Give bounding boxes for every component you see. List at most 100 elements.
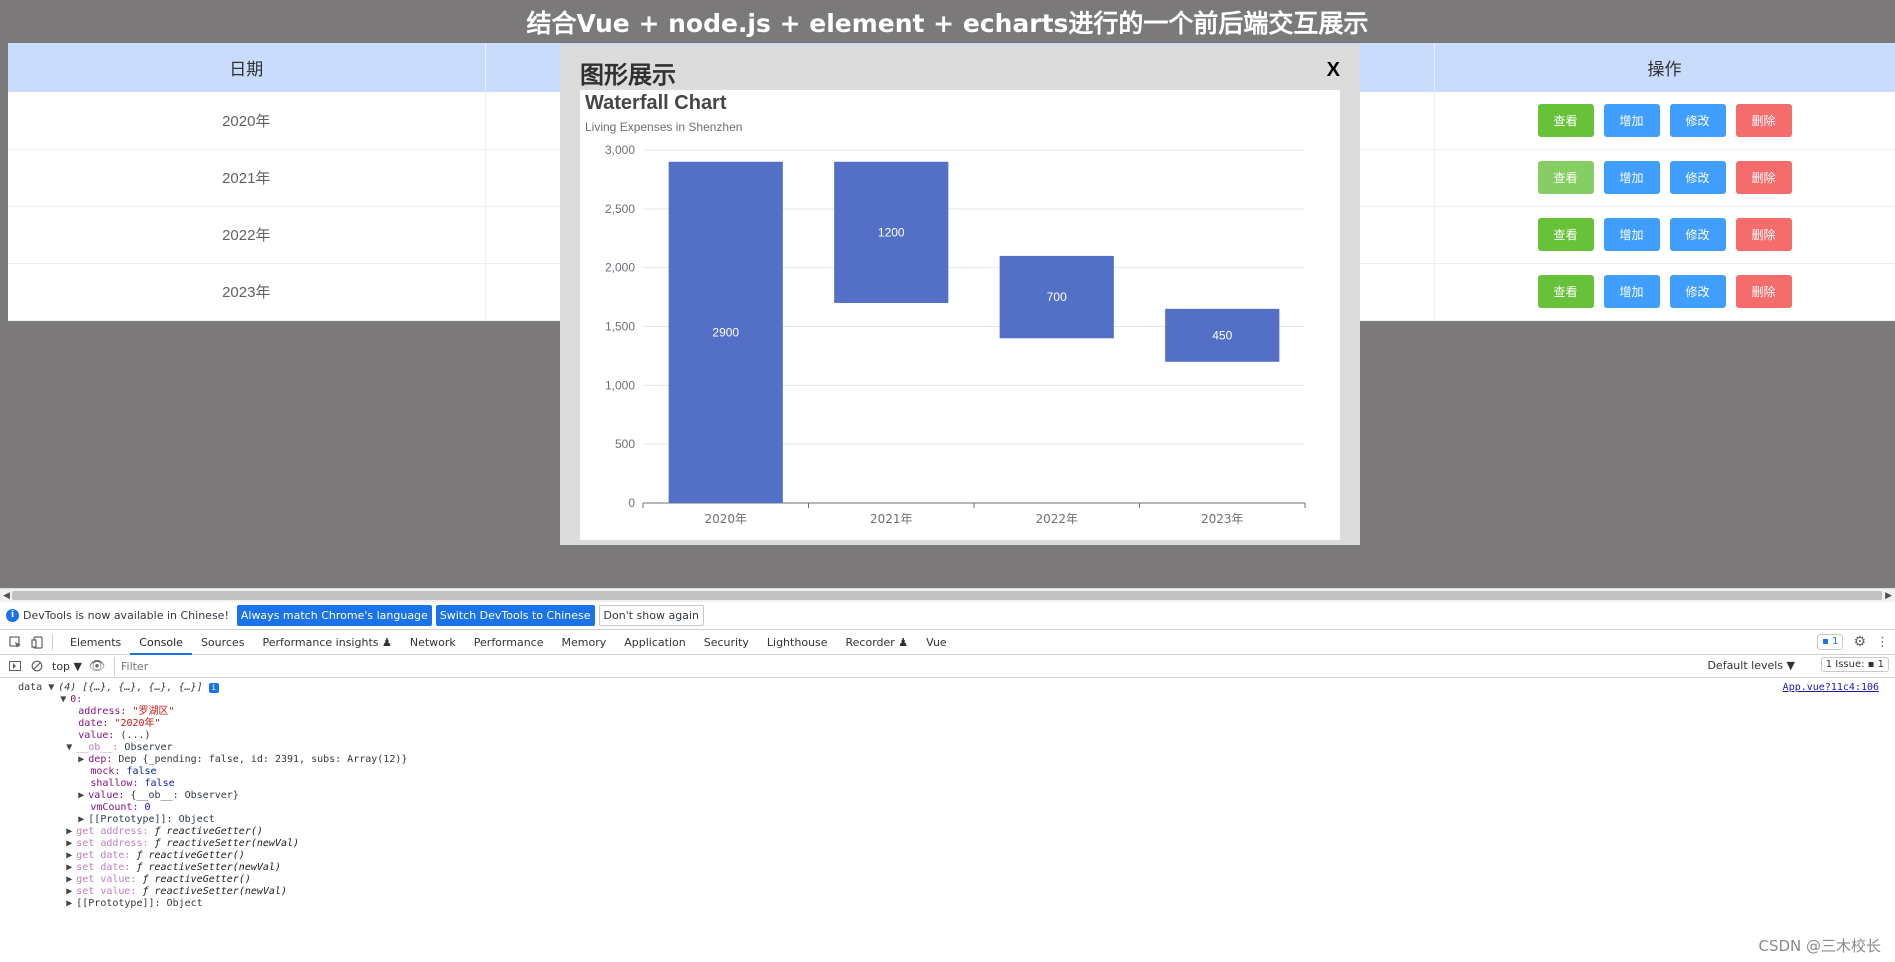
console-line[interactable]: ▶ get date: ƒ reactiveGetter(): [0, 850, 1895, 862]
console-line[interactable]: ▶ get value: ƒ reactiveGetter(): [0, 874, 1895, 886]
tab-application[interactable]: Application: [615, 630, 694, 655]
console-line: address: "罗湖区": [78, 706, 175, 717]
device-toolbar-icon[interactable]: [30, 635, 44, 649]
sidebar-toggle-icon[interactable]: [8, 659, 22, 673]
switch-language-button[interactable]: Switch DevTools to Chinese: [435, 605, 595, 626]
horizontal-scrollbar[interactable]: ◀ ▶: [0, 588, 1895, 602]
cell-operations: 查看 增加 修改 删除: [1434, 263, 1895, 321]
view-button[interactable]: 查看: [1537, 218, 1594, 251]
view-button[interactable]: 查看: [1537, 103, 1594, 137]
tab-vue[interactable]: Vue: [917, 630, 956, 655]
console-line[interactable]: ▶ set value: ƒ reactiveSetter(newVal): [0, 886, 1895, 898]
y-tick-label: 3,000: [605, 143, 635, 157]
issues-counter[interactable]: 1 Issue: ▪ 1: [1820, 657, 1889, 672]
cell-date: 2022年: [8, 206, 486, 264]
console-line: shallow: false: [90, 778, 175, 789]
devtools-panel: i DevTools is now available in Chinese! …: [0, 602, 1895, 962]
dont-show-again-button[interactable]: Don't show again: [598, 605, 704, 626]
header-date: 日期: [8, 43, 486, 92]
chart-title: Waterfall Chart: [585, 92, 727, 114]
console-line[interactable]: ▶ set address: ƒ reactiveSetter(newVal): [0, 838, 1895, 850]
console-filter-input[interactable]: [113, 656, 1669, 676]
console-line[interactable]: ▶ value: {__ob__: Observer}: [0, 790, 1895, 802]
tab-security[interactable]: Security: [695, 630, 758, 655]
cell-date: 2021年: [8, 149, 486, 207]
watermark: CSDN @三木校长: [1758, 937, 1881, 955]
console-line[interactable]: ▶ get address: ƒ reactiveGetter(): [0, 826, 1895, 838]
match-language-button[interactable]: Always match Chrome's language: [236, 605, 432, 626]
x-tick-label: 2022年: [1035, 512, 1078, 526]
console-output: App.vue?11c4:106 data ▼ (4) [{…}, {…}, {……: [0, 678, 1895, 910]
bar-data-label: 2900: [712, 325, 739, 339]
edit-button[interactable]: 修改: [1669, 103, 1726, 137]
language-info-text: DevTools is now available in Chinese!: [23, 609, 229, 622]
x-tick-label: 2023年: [1201, 512, 1244, 526]
edit-button[interactable]: 修改: [1669, 218, 1726, 251]
log-levels-dropdown[interactable]: Default levels ▼: [1707, 659, 1795, 672]
context-selector[interactable]: top ▼: [52, 660, 82, 673]
toolbar-divider: [52, 634, 53, 650]
devtools-right-controls: ▪ 1 ⚙ ⋮: [1817, 634, 1889, 650]
scrollbar-thumb[interactable]: [12, 591, 1882, 600]
tab-sources[interactable]: Sources: [192, 630, 254, 655]
page-title: 结合Vue + node.js + element + echarts进行的一个…: [526, 9, 1369, 38]
tab-console[interactable]: Console: [130, 630, 192, 655]
messages-count: 1: [1832, 636, 1839, 647]
y-tick-label: 1,500: [605, 320, 635, 334]
delete-button[interactable]: 删除: [1735, 275, 1792, 308]
console-line[interactable]: ▼ 0:: [0, 694, 1895, 706]
view-button[interactable]: 查看: [1537, 275, 1594, 308]
waterfall-chart: 0 500 1,000 1,500 2,000 2,500 3,000 2900 2020年 12…: [580, 90, 1340, 540]
inspect-element-icon[interactable]: [8, 635, 22, 649]
scroll-right-icon[interactable]: ▶: [1885, 589, 1892, 602]
devtools-language-bar: i DevTools is now available in Chinese! …: [0, 602, 1895, 630]
tab-lighthouse[interactable]: Lighthouse: [758, 630, 837, 655]
delete-button[interactable]: 删除: [1735, 218, 1792, 251]
eye-icon[interactable]: 👁: [89, 659, 106, 674]
header-operations: 操作: [1434, 43, 1895, 92]
tab-memory[interactable]: Memory: [553, 630, 616, 655]
edit-button[interactable]: 修改: [1669, 275, 1726, 308]
settings-gear-icon[interactable]: ⚙: [1853, 634, 1866, 650]
messages-badge[interactable]: ▪ 1: [1817, 634, 1844, 650]
console-line[interactable]: data ▼ (4) [{…}, {…}, {…}, {…}] i: [0, 682, 1895, 694]
delete-button[interactable]: 删除: [1735, 103, 1792, 137]
modal-title: 图形展示: [580, 61, 676, 89]
console-line: date: "2020年": [78, 718, 161, 729]
chart-modal: 图形展示 X 0 500 1,000 1,500 2,000 2,500 3,000 2900…: [560, 45, 1360, 545]
cell-operations: 查看 增加 修改 删除: [1434, 206, 1895, 264]
console-filter-bar: top ▼ 👁 Default levels ▼ 1 Issue: ▪ 1: [0, 655, 1895, 678]
tab-recorder[interactable]: Recorder ♟: [837, 630, 918, 655]
tab-network[interactable]: Network: [401, 630, 465, 655]
tab-performance[interactable]: Performance: [465, 630, 553, 655]
console-line[interactable]: ▶ [[Prototype]]: Object: [0, 814, 1895, 826]
add-button[interactable]: 增加: [1603, 103, 1660, 137]
console-line[interactable]: value: (...): [0, 730, 1895, 742]
tab-elements[interactable]: Elements: [61, 630, 130, 655]
y-tick-label: 2,500: [605, 202, 635, 216]
tab-performance-insights[interactable]: Performance insights ♟: [253, 630, 400, 655]
edit-button[interactable]: 修改: [1669, 161, 1726, 194]
console-line[interactable]: ▼ __ob__: Observer: [0, 742, 1895, 754]
console-line: vmCount: 0: [90, 802, 151, 813]
console-line[interactable]: ▶ [[Prototype]]: Object: [0, 898, 1895, 910]
x-tick-label: 2020年: [704, 512, 747, 526]
close-icon[interactable]: X: [1327, 59, 1340, 82]
add-button[interactable]: 增加: [1603, 161, 1660, 194]
delete-button[interactable]: 删除: [1735, 161, 1792, 194]
y-tick-label: 500: [615, 437, 635, 451]
source-link[interactable]: App.vue?11c4:106: [1783, 682, 1879, 694]
console-line[interactable]: ▶ set date: ƒ reactiveSetter(newVal): [0, 862, 1895, 874]
console-line[interactable]: ▶ dep: Dep {_pending: false, id: 2391, su…: [0, 754, 1895, 766]
view-button[interactable]: 查看: [1537, 161, 1594, 194]
app-page: 结合Vue + node.js + element + echarts进行的一个…: [0, 0, 1895, 588]
chart-subtitle: Living Expenses in Shenzhen: [585, 120, 743, 134]
clear-console-icon[interactable]: [30, 659, 44, 673]
y-tick-label: 0: [628, 496, 635, 510]
add-button[interactable]: 增加: [1603, 275, 1660, 308]
scroll-left-icon[interactable]: ◀: [3, 589, 10, 602]
y-tick-label: 1,000: [605, 378, 635, 392]
info-icon: i: [6, 609, 19, 622]
more-options-icon[interactable]: ⋮: [1876, 635, 1889, 650]
add-button[interactable]: 增加: [1603, 218, 1660, 251]
